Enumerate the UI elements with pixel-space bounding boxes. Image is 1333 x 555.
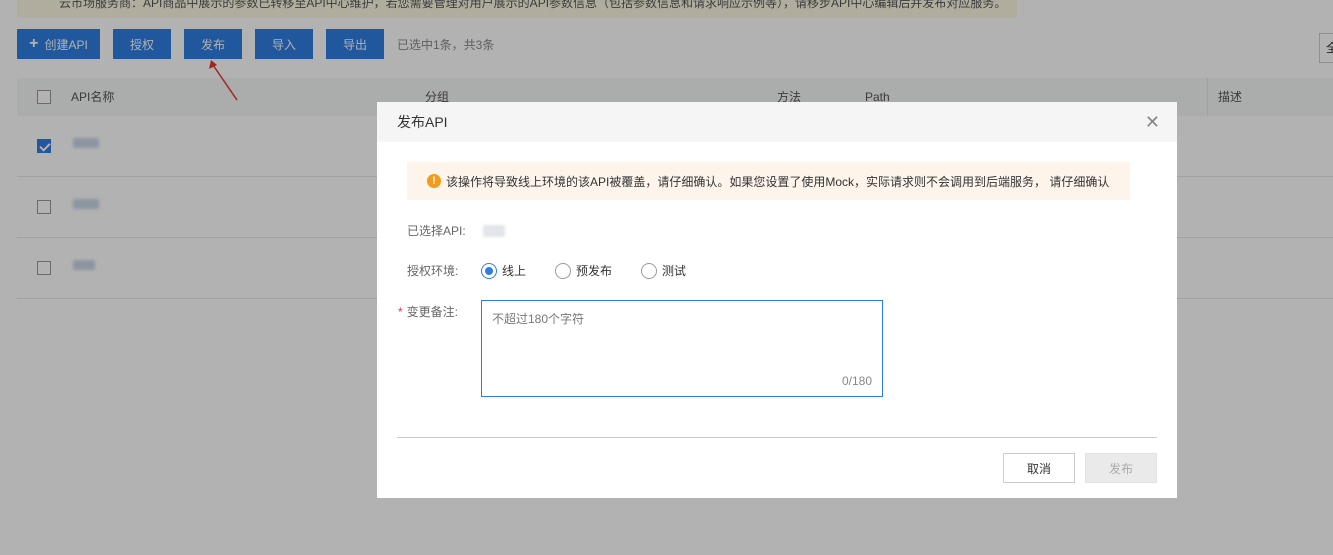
env-option-online[interactable]: 线上	[481, 262, 526, 279]
warning-message: ! 该操作将导致线上环境的该API被覆盖，请仔细确认。如果您设置了使用Mock，…	[407, 162, 1130, 200]
remark-label-row: * 变更备注:	[398, 303, 458, 320]
warning-icon: !	[427, 174, 441, 188]
required-mark: *	[398, 304, 403, 319]
env-option-test[interactable]: 测试	[641, 262, 686, 279]
cancel-button[interactable]: 取消	[1003, 453, 1075, 483]
remark-label: 变更备注:	[406, 305, 459, 319]
footer-divider	[397, 437, 1157, 438]
radio-button[interactable]	[481, 262, 497, 279]
selected-api-value-redacted	[483, 224, 505, 237]
env-radio-group: 线上 预发布 测试	[481, 262, 715, 279]
env-option-prerelease[interactable]: 预发布	[555, 262, 612, 279]
char-counter: 0/180	[841, 374, 872, 388]
env-row: 授权环境: 线上 预发布 测试	[407, 262, 715, 279]
env-option-label: 预发布	[576, 264, 613, 278]
env-option-label: 线上	[502, 264, 527, 278]
env-label: 授权环境:	[407, 264, 459, 278]
warning-text: 该操作将导致线上环境的该API被覆盖，请仔细确认。如果您设置了使用Mock，实际…	[446, 174, 1110, 189]
dialog-header: 发布API ✕	[377, 102, 1177, 142]
env-option-label: 测试	[662, 264, 687, 278]
radio-button[interactable]	[641, 262, 658, 279]
close-icon[interactable]: ✕	[1145, 113, 1160, 131]
remark-field[interactable]: 0/180	[481, 300, 883, 397]
selected-api-row: 已选择API:	[407, 222, 505, 239]
radio-button[interactable]	[555, 262, 572, 279]
remark-input[interactable]	[482, 301, 882, 396]
publish-api-dialog: 发布API ✕ ! 该操作将导致线上环境的该API被覆盖，请仔细确认。如果您设置…	[377, 102, 1177, 498]
publish-button[interactable]: 发布	[1085, 453, 1157, 483]
selected-api-label: 已选择API:	[407, 224, 466, 238]
dialog-title: 发布API	[397, 114, 448, 130]
